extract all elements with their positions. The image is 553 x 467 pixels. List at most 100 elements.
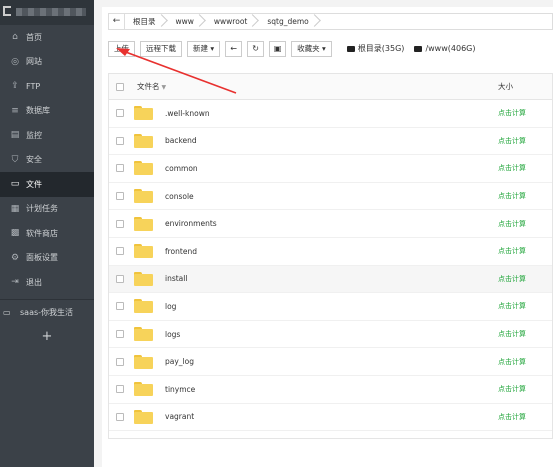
table-row[interactable]: logs 点击计算 — [109, 321, 552, 349]
sidebar-item-label: 面板设置 — [26, 253, 58, 263]
calc-size-link[interactable]: 点击计算 — [498, 357, 526, 367]
folder-icon — [134, 327, 153, 342]
sidebar-item-label: 数据库 — [26, 106, 50, 116]
file-name[interactable]: tinymce — [165, 385, 195, 394]
folder-icon — [134, 216, 153, 231]
logo-icon — [3, 6, 11, 16]
file-name[interactable]: environments — [165, 219, 217, 228]
row-checkbox[interactable] — [116, 330, 124, 339]
remote-download-button[interactable]: 远程下载 — [140, 40, 182, 57]
breadcrumb-item[interactable]: sqtg_demo — [259, 14, 320, 29]
ftp-icon: ⇪ — [11, 81, 19, 92]
sidebar-item-label: 首页 — [26, 32, 42, 42]
table-row[interactable]: pay_log 点击计算 — [109, 348, 552, 376]
file-name[interactable]: install — [165, 274, 187, 283]
file-name[interactable]: backend — [165, 136, 197, 145]
sidebar-item-7[interactable]: ▦ 计划任务 — [0, 197, 94, 222]
calc-size-link[interactable]: 点击计算 — [498, 274, 526, 284]
toolbar: 上传 远程下载 新建 ▾ ← ↻ ▣ 收藏夹 ▾ 根目录(35G) /www(4… — [108, 40, 475, 57]
sidebar-item-5[interactable]: ⛉ 安全 — [0, 148, 94, 173]
calc-size-link[interactable]: 点击计算 — [498, 219, 526, 229]
calc-size-link[interactable]: 点击计算 — [498, 246, 526, 256]
calc-size-link[interactable]: 点击计算 — [498, 163, 526, 173]
file-name[interactable]: log — [165, 302, 176, 311]
refresh-icon[interactable]: ↻ — [247, 40, 265, 57]
sidebar-item-4[interactable]: ▤ 监控 — [0, 123, 94, 148]
calc-size-link[interactable]: 点击计算 — [498, 136, 526, 146]
apps-icon: ▩ — [10, 228, 20, 239]
table-row[interactable]: vagrant 点击计算 — [109, 404, 552, 432]
sidebar-header — [0, 0, 94, 25]
table-row[interactable]: console 点击计算 — [109, 183, 552, 211]
column-header-size: 大小 — [498, 82, 513, 91]
calc-size-link[interactable]: 点击计算 — [498, 191, 526, 201]
row-checkbox[interactable] — [116, 385, 124, 394]
row-checkbox[interactable] — [116, 302, 124, 311]
table-row[interactable]: backend 点击计算 — [109, 128, 552, 156]
file-name[interactable]: vagrant — [165, 412, 194, 421]
calc-size-link[interactable]: 点击计算 — [498, 412, 526, 422]
row-checkbox[interactable] — [116, 192, 124, 201]
folder-icon — [134, 299, 153, 314]
row-checkbox[interactable] — [116, 357, 124, 366]
file-name[interactable]: pay_log — [165, 357, 194, 366]
terminal-icon[interactable]: ▣ — [269, 40, 287, 57]
row-checkbox[interactable] — [116, 136, 124, 145]
row-checkbox[interactable] — [116, 247, 124, 256]
add-button[interactable]: + — [0, 326, 94, 350]
sidebar-item-1[interactable]: ◎ 网站 — [0, 50, 94, 75]
sidebar-item-label: FTP — [26, 81, 41, 91]
calc-size-link[interactable]: 点击计算 — [498, 384, 526, 394]
disk-www-link[interactable]: /www(406G) — [414, 44, 475, 53]
disk-root-label: 根目录(35G) — [357, 44, 405, 53]
file-name[interactable]: common — [165, 164, 198, 173]
folder-icon — [134, 271, 153, 286]
table-row[interactable]: log 点击计算 — [109, 293, 552, 321]
row-checkbox[interactable] — [116, 219, 124, 228]
calc-size-link[interactable]: 点击计算 — [498, 301, 526, 311]
row-checkbox[interactable] — [116, 412, 124, 421]
file-name[interactable]: frontend — [165, 247, 197, 256]
folder-icon — [134, 106, 153, 121]
table-row[interactable]: common 点击计算 — [109, 155, 552, 183]
breadcrumb-item[interactable]: 根目录 — [125, 14, 168, 29]
sidebar-item-8[interactable]: ▩ 软件商店 — [0, 221, 94, 246]
breadcrumb-item[interactable]: wwwroot — [206, 14, 259, 29]
sidebar: ⌂ 首页 ◎ 网站 ⇪ FTP ≡ 数据库 ▤ 监控 ⛉ 安全 ▭ 文件 ▦ 计划任务 ▩ 软件商店 ⚙ 面板设置 ⇥ 退… — [0, 0, 94, 467]
table-row[interactable]: frontend 点击计算 — [109, 238, 552, 266]
file-name[interactable]: logs — [165, 330, 180, 339]
file-name[interactable]: .well-known — [165, 109, 210, 118]
calc-size-link[interactable]: 点击计算 — [498, 108, 526, 118]
sidebar-item-3[interactable]: ≡ 数据库 — [0, 99, 94, 124]
calendar-icon: ▦ — [10, 203, 20, 214]
back-arrow-icon[interactable]: ← — [109, 14, 125, 29]
table-row[interactable]: environments 点击计算 — [109, 210, 552, 238]
upload-button[interactable]: 上传 — [108, 40, 135, 57]
folder-icon — [134, 354, 153, 369]
sidebar-item-2[interactable]: ⇪ FTP — [0, 74, 94, 99]
new-dropdown-button[interactable]: 新建 ▾ — [187, 40, 221, 57]
row-checkbox[interactable] — [116, 109, 124, 118]
sidebar-item-saas[interactable]: ▭ saas-你我生活 — [0, 300, 94, 326]
table-row[interactable]: tinymce 点击计算 — [109, 376, 552, 404]
select-all-checkbox[interactable] — [116, 82, 124, 91]
column-header-name[interactable]: 文件名 ▼ — [137, 81, 166, 92]
disk-root-link[interactable]: 根目录(35G) — [346, 43, 405, 54]
table-row[interactable]: install 点击计算 — [109, 265, 552, 294]
database-icon: ≡ — [11, 105, 19, 116]
sidebar-item-9[interactable]: ⚙ 面板设置 — [0, 246, 94, 271]
sidebar-item-10[interactable]: ⇥ 退出 — [0, 270, 94, 295]
go-back-icon[interactable]: ← — [225, 40, 243, 57]
row-checkbox[interactable] — [116, 274, 124, 283]
row-checkbox[interactable] — [116, 164, 124, 173]
devices-icon: ▭ — [3, 308, 11, 317]
sidebar-item-label: 安全 — [26, 155, 42, 165]
table-row[interactable]: .well-known 点击计算 — [109, 100, 552, 128]
file-name[interactable]: console — [165, 192, 194, 201]
sidebar-item-0[interactable]: ⌂ 首页 — [0, 25, 94, 50]
sidebar-item-label: 监控 — [26, 130, 42, 140]
favorites-dropdown-button[interactable]: 收藏夹 ▾ — [291, 40, 332, 57]
breadcrumb-item[interactable]: www — [168, 14, 206, 29]
calc-size-link[interactable]: 点击计算 — [498, 329, 526, 339]
sidebar-item-6[interactable]: ▭ 文件 — [0, 172, 94, 197]
